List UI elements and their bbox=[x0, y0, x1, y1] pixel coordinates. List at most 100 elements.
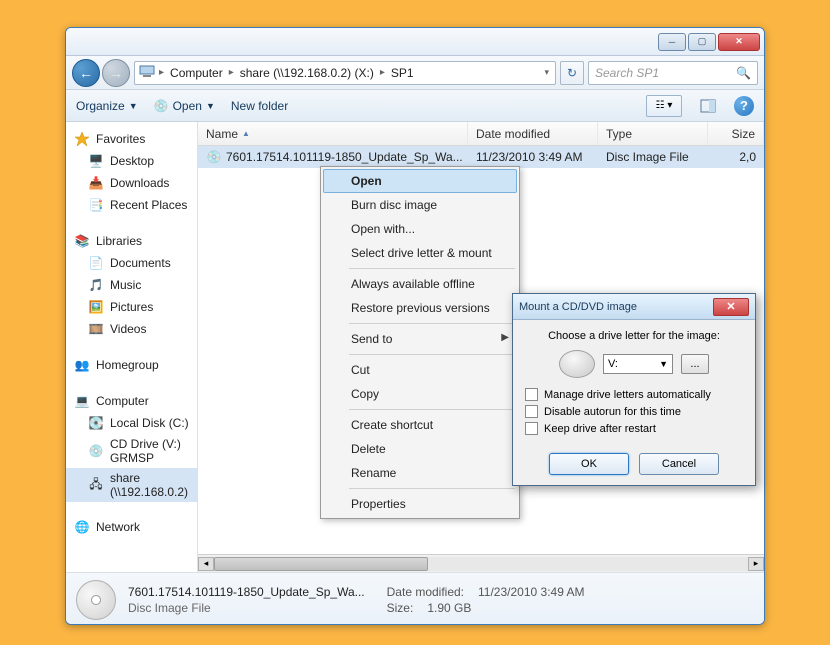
sidebar-item-local-disk[interactable]: 💽Local Disk (C:) bbox=[66, 412, 197, 434]
scroll-thumb[interactable] bbox=[214, 557, 428, 571]
file-name: 7601.17514.101119-1850_Update_Sp_Wa... bbox=[226, 150, 463, 164]
column-headers: Name▲ Date modified Type Size bbox=[198, 122, 764, 146]
browse-button[interactable]: ... bbox=[681, 354, 709, 374]
ctx-separator bbox=[349, 354, 515, 355]
dialog-titlebar[interactable]: Mount a CD/DVD image ✕ bbox=[513, 294, 755, 320]
computer-icon bbox=[139, 63, 155, 82]
search-input[interactable]: Search SP1 🔍 bbox=[588, 61, 758, 85]
file-row[interactable]: 💿7601.17514.101119-1850_Update_Sp_Wa... … bbox=[198, 146, 764, 168]
preview-pane-button[interactable] bbox=[698, 96, 718, 116]
drive-icon bbox=[559, 350, 595, 378]
recent-icon: 📑 bbox=[88, 197, 104, 213]
sidebar-group-network[interactable]: 🌐 Network bbox=[66, 516, 197, 538]
close-button[interactable]: ✕ bbox=[718, 33, 760, 51]
refresh-button[interactable]: ↻ bbox=[560, 61, 584, 85]
ctx-open-with[interactable]: Open with... bbox=[323, 217, 517, 241]
minimize-button[interactable]: ─ bbox=[658, 33, 686, 51]
dialog-close-button[interactable]: ✕ bbox=[713, 298, 749, 316]
cancel-button[interactable]: Cancel bbox=[639, 453, 719, 475]
sidebar-item-pictures[interactable]: 🖼️Pictures bbox=[66, 296, 197, 318]
ctx-burn[interactable]: Burn disc image bbox=[323, 193, 517, 217]
ctx-cut[interactable]: Cut bbox=[323, 358, 517, 382]
desktop-icon: 🖥️ bbox=[88, 153, 104, 169]
sidebar-item-cd-drive[interactable]: 💿CD Drive (V:) GRMSP bbox=[66, 434, 197, 468]
check-disable-autorun[interactable]: Disable autorun for this time bbox=[525, 405, 743, 418]
ctx-offline[interactable]: Always available offline bbox=[323, 272, 517, 296]
disk-icon: 💽 bbox=[88, 415, 104, 431]
sidebar-item-downloads[interactable]: 📥Downloads bbox=[66, 172, 197, 194]
ctx-rename[interactable]: Rename bbox=[323, 461, 517, 485]
sidebar: Favorites 🖥️Desktop 📥Downloads 📑Recent P… bbox=[66, 122, 198, 572]
sidebar-item-desktop[interactable]: 🖥️Desktop bbox=[66, 150, 197, 172]
new-folder-button[interactable]: New folder bbox=[231, 99, 288, 113]
ctx-open[interactable]: Open bbox=[323, 169, 517, 193]
breadcrumb-separator: ▸ bbox=[225, 67, 238, 78]
forward-button[interactable]: → bbox=[102, 59, 130, 87]
check-auto-manage[interactable]: Manage drive letters automatically bbox=[525, 388, 743, 401]
sidebar-item-documents[interactable]: 📄Documents bbox=[66, 252, 197, 274]
drive-letter-select[interactable]: V:▼ bbox=[603, 354, 673, 374]
sidebar-group-homegroup[interactable]: 👥 Homegroup bbox=[66, 354, 197, 376]
dialog-title: Mount a CD/DVD image bbox=[519, 301, 637, 313]
mount-dialog: Mount a CD/DVD image ✕ Choose a drive le… bbox=[512, 293, 756, 486]
ctx-select-drive[interactable]: Select drive letter & mount bbox=[323, 241, 517, 265]
breadcrumb-item[interactable]: SP1 bbox=[389, 64, 416, 82]
sort-asc-icon: ▲ bbox=[242, 129, 250, 138]
cd-icon: 💿 bbox=[88, 443, 104, 459]
horizontal-scrollbar[interactable]: ◂ ▸ bbox=[198, 554, 764, 572]
navbar: ← → ▸ Computer ▸ share (\\192.168.0.2) (… bbox=[66, 56, 764, 90]
column-header-size[interactable]: Size bbox=[708, 122, 764, 145]
sidebar-item-recent[interactable]: 📑Recent Places bbox=[66, 194, 197, 216]
breadcrumb-dropdown[interactable]: ▾ bbox=[542, 67, 551, 78]
videos-icon: 🎞️ bbox=[88, 321, 104, 337]
column-header-name[interactable]: Name▲ bbox=[198, 122, 468, 145]
details-filetype: Disc Image File bbox=[128, 601, 365, 615]
ctx-send-to[interactable]: Send to▶ bbox=[323, 327, 517, 351]
view-options-button[interactable]: ☷ ▾ bbox=[646, 95, 682, 117]
breadcrumb-separator: ▸ bbox=[376, 67, 389, 78]
column-header-date[interactable]: Date modified bbox=[468, 122, 598, 145]
ctx-delete[interactable]: Delete bbox=[323, 437, 517, 461]
breadcrumb-bar[interactable]: ▸ Computer ▸ share (\\192.168.0.2) (X:) … bbox=[134, 61, 556, 85]
dialog-prompt: Choose a drive letter for the image: bbox=[525, 330, 743, 342]
help-button[interactable]: ? bbox=[734, 96, 754, 116]
column-header-type[interactable]: Type bbox=[598, 122, 708, 145]
network-icon: 🌐 bbox=[74, 519, 90, 535]
file-type: Disc Image File bbox=[598, 150, 708, 164]
libraries-icon: 📚 bbox=[74, 233, 90, 249]
checkbox[interactable] bbox=[525, 422, 538, 435]
details-pane: 7601.17514.101119-1850_Update_Sp_Wa... D… bbox=[66, 572, 764, 625]
file-date: 11/23/2010 3:49 AM bbox=[468, 150, 598, 164]
check-keep-restart[interactable]: Keep drive after restart bbox=[525, 422, 743, 435]
sidebar-group-libraries[interactable]: 📚 Libraries bbox=[66, 230, 197, 252]
open-menu[interactable]: 💿 Open ▼ bbox=[154, 99, 215, 113]
checkbox[interactable] bbox=[525, 405, 538, 418]
ctx-separator bbox=[349, 323, 515, 324]
scroll-left-button[interactable]: ◂ bbox=[198, 557, 214, 571]
ctx-create-shortcut[interactable]: Create shortcut bbox=[323, 413, 517, 437]
file-size: 2,0 bbox=[708, 150, 764, 164]
iso-file-icon: 💿 bbox=[206, 149, 222, 165]
breadcrumb-item[interactable]: Computer bbox=[168, 64, 225, 82]
sidebar-item-videos[interactable]: 🎞️Videos bbox=[66, 318, 197, 340]
toolbar: Organize ▼ 💿 Open ▼ New folder ☷ ▾ ? bbox=[66, 90, 764, 122]
ctx-copy[interactable]: Copy bbox=[323, 382, 517, 406]
scroll-right-button[interactable]: ▸ bbox=[748, 557, 764, 571]
ctx-restore[interactable]: Restore previous versions bbox=[323, 296, 517, 320]
search-icon: 🔍 bbox=[736, 66, 751, 80]
sidebar-group-computer[interactable]: 💻 Computer bbox=[66, 390, 197, 412]
ctx-separator bbox=[349, 268, 515, 269]
checkbox[interactable] bbox=[525, 388, 538, 401]
maximize-button[interactable]: ▢ bbox=[688, 33, 716, 51]
disc-thumbnail-icon bbox=[76, 580, 116, 620]
sidebar-item-share[interactable]: 🖧share (\\192.168.0.2) bbox=[66, 468, 197, 502]
homegroup-icon: 👥 bbox=[74, 357, 90, 373]
ok-button[interactable]: OK bbox=[549, 453, 629, 475]
back-button[interactable]: ← bbox=[72, 59, 100, 87]
ctx-properties[interactable]: Properties bbox=[323, 492, 517, 516]
breadcrumb-item[interactable]: share (\\192.168.0.2) (X:) bbox=[238, 64, 376, 82]
sidebar-group-favorites[interactable]: Favorites bbox=[66, 128, 197, 150]
organize-menu[interactable]: Organize ▼ bbox=[76, 99, 138, 113]
sidebar-item-music[interactable]: 🎵Music bbox=[66, 274, 197, 296]
ctx-separator bbox=[349, 409, 515, 410]
